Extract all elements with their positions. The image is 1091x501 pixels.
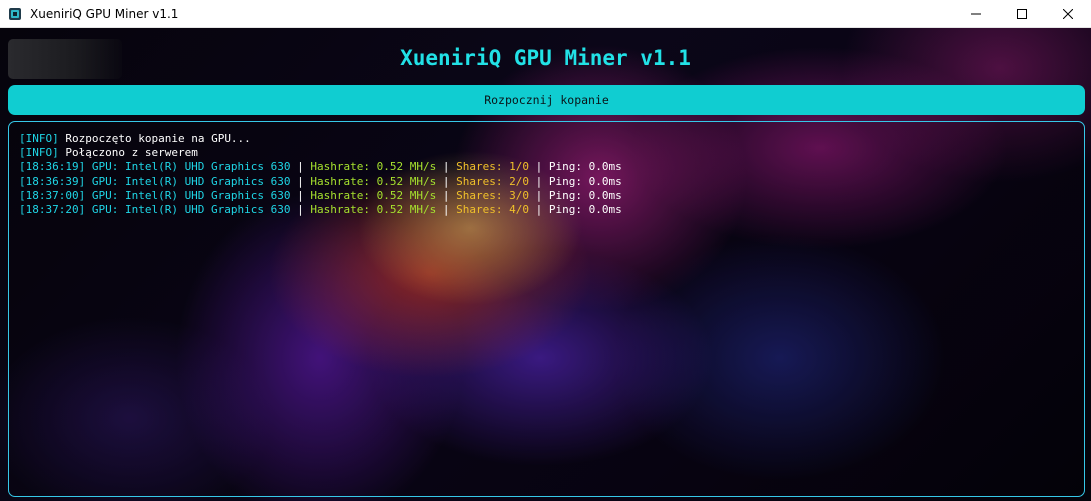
maximize-icon bbox=[1017, 8, 1027, 19]
log-hashrate: Hashrate: 0.52 MH/s bbox=[310, 203, 437, 217]
maximize-button[interactable] bbox=[999, 0, 1045, 27]
log-gpu-prefix: [18:37:00] GPU: Intel(R) UHD Graphics 63… bbox=[19, 188, 291, 202]
page-title: XueniriQ GPU Miner v1.1 bbox=[400, 46, 691, 70]
log-line-stats: [18:36:39] GPU: Intel(R) UHD Graphics 63… bbox=[19, 175, 1074, 189]
window-controls bbox=[953, 0, 1091, 27]
log-gpu-prefix: [18:36:19] GPU: Intel(R) UHD Graphics 63… bbox=[19, 160, 291, 174]
log-hashrate: Hashrate: 0.52 MH/s bbox=[310, 188, 437, 202]
log-shares: Shares: 4/0 bbox=[456, 203, 529, 217]
log-hashrate: Hashrate: 0.52 MH/s bbox=[310, 174, 437, 188]
log-separator: | bbox=[290, 160, 311, 174]
log-ping: Ping: 0.0ms bbox=[548, 174, 622, 188]
log-shares: Shares: 1/0 bbox=[456, 160, 529, 174]
log-separator: | bbox=[528, 160, 549, 174]
app-icon bbox=[8, 7, 22, 21]
log-line-stats: [18:37:00] GPU: Intel(R) UHD Graphics 63… bbox=[19, 189, 1074, 203]
log-message: Rozpoczęto kopanie na GPU... bbox=[58, 132, 251, 145]
window-title: XueniriQ GPU Miner v1.1 bbox=[30, 6, 179, 21]
minimize-icon bbox=[971, 13, 981, 14]
main-area: XueniriQ GPU Miner v1.1 Rozpocznij kopan… bbox=[0, 28, 1091, 501]
log-ping: Ping: 0.0ms bbox=[548, 188, 622, 202]
log-separator: | bbox=[290, 203, 311, 217]
log-tag: [INFO] bbox=[19, 146, 59, 160]
log-separator: | bbox=[528, 174, 549, 188]
console-log: [INFO] Rozpoczęto kopanie na GPU... [INF… bbox=[8, 121, 1085, 497]
log-message: Połączono z serwerem bbox=[58, 146, 198, 160]
log-separator: | bbox=[528, 203, 549, 217]
close-button[interactable] bbox=[1045, 0, 1091, 27]
minimize-button[interactable] bbox=[953, 0, 999, 27]
log-shares: Shares: 2/0 bbox=[456, 174, 529, 188]
log-separator: | bbox=[290, 188, 311, 202]
close-icon bbox=[1063, 8, 1073, 19]
log-line-info: [INFO] Rozpoczęto kopanie na GPU... bbox=[19, 132, 1074, 146]
log-separator: | bbox=[436, 160, 457, 174]
log-line-stats: [18:37:20] GPU: Intel(R) UHD Graphics 63… bbox=[19, 203, 1074, 217]
log-ping: Ping: 0.0ms bbox=[548, 203, 622, 217]
window-titlebar: XueniriQ GPU Miner v1.1 bbox=[0, 0, 1091, 28]
log-separator: | bbox=[436, 188, 457, 202]
log-separator: | bbox=[436, 174, 457, 188]
log-line-stats: [18:36:19] GPU: Intel(R) UHD Graphics 63… bbox=[19, 160, 1074, 174]
log-ping: Ping: 0.0ms bbox=[548, 160, 622, 174]
log-separator: | bbox=[528, 188, 549, 202]
log-line-info: [INFO] Połączono z serwerem bbox=[19, 146, 1074, 160]
log-shares: Shares: 3/0 bbox=[456, 188, 529, 202]
log-gpu-prefix: [18:36:39] GPU: Intel(R) UHD Graphics 63… bbox=[19, 174, 291, 188]
log-separator: | bbox=[290, 174, 311, 188]
log-hashrate: Hashrate: 0.52 MH/s bbox=[310, 160, 437, 174]
start-mining-button[interactable]: Rozpocznij kopanie bbox=[8, 85, 1085, 115]
log-separator: | bbox=[436, 203, 457, 217]
log-tag: [INFO] bbox=[19, 132, 59, 145]
log-gpu-prefix: [18:37:20] GPU: Intel(R) UHD Graphics 63… bbox=[19, 203, 291, 217]
